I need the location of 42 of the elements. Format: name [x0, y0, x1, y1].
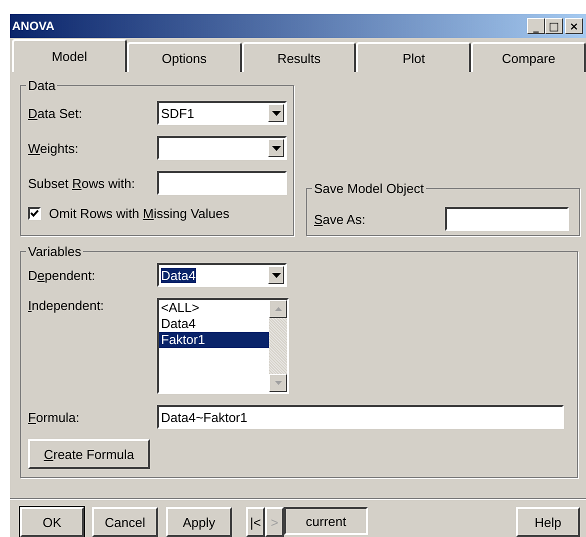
dialog-button[interactable]: Apply	[166, 507, 232, 537]
list-item[interactable]: Faktor1	[159, 332, 269, 348]
field-label: Formula:	[28, 410, 80, 424]
close-button[interactable]: ×	[565, 18, 583, 34]
create-formula-button[interactable]: Create Formula	[28, 439, 150, 469]
window-title: ANOVA	[12, 19, 54, 33]
scrollbar[interactable]	[269, 300, 287, 392]
scroll-up-button[interactable]	[269, 300, 287, 318]
subset-field[interactable]	[157, 171, 287, 195]
list-item[interactable]: Data4	[159, 316, 269, 332]
field-label: Independent:	[28, 298, 105, 313]
dataset-dropdown[interactable]: SDF1	[157, 101, 287, 125]
dialog-button[interactable]: Cancel	[92, 507, 158, 537]
scroll-down-button[interactable]	[269, 374, 287, 392]
tab[interactable]: Model	[12, 39, 127, 72]
checkbox[interactable]	[28, 207, 41, 220]
checkbox-label: Omit Rows with Missing Values	[49, 206, 230, 221]
group-title: Save Model Object	[313, 181, 425, 196]
current-button[interactable]: current	[284, 507, 368, 535]
field-label: Weights:	[28, 140, 80, 156]
minimize-button[interactable]: _	[527, 18, 545, 34]
help-button[interactable]: Help	[516, 507, 580, 537]
up-arrow-icon	[274, 307, 282, 311]
tab[interactable]: Results	[242, 42, 356, 72]
tab[interactable]: Compare	[471, 42, 586, 72]
group-title: Variables	[27, 244, 82, 259]
maximize-button[interactable]: □	[545, 18, 563, 34]
group-title: Data	[27, 78, 56, 93]
field-label: Subset Rows with:	[28, 176, 136, 190]
formula-field[interactable]: Data4~Faktor1	[157, 405, 564, 429]
tab[interactable]: Plot	[356, 42, 472, 72]
list-item[interactable]: <ALL>	[159, 300, 269, 316]
dependent-dropdown[interactable]: Data4	[157, 263, 287, 287]
field-label: Data Set:	[28, 106, 84, 120]
field-label: Save As:	[314, 212, 366, 226]
tab[interactable]: Options	[126, 42, 242, 72]
field-label: Dependent:	[28, 268, 96, 282]
down-arrow-icon	[274, 381, 282, 385]
weights-dropdown[interactable]	[157, 136, 287, 160]
save-as-field[interactable]	[445, 207, 569, 231]
first-record-button[interactable]: |<	[246, 507, 265, 537]
dialog-button[interactable]: OK	[20, 507, 84, 537]
